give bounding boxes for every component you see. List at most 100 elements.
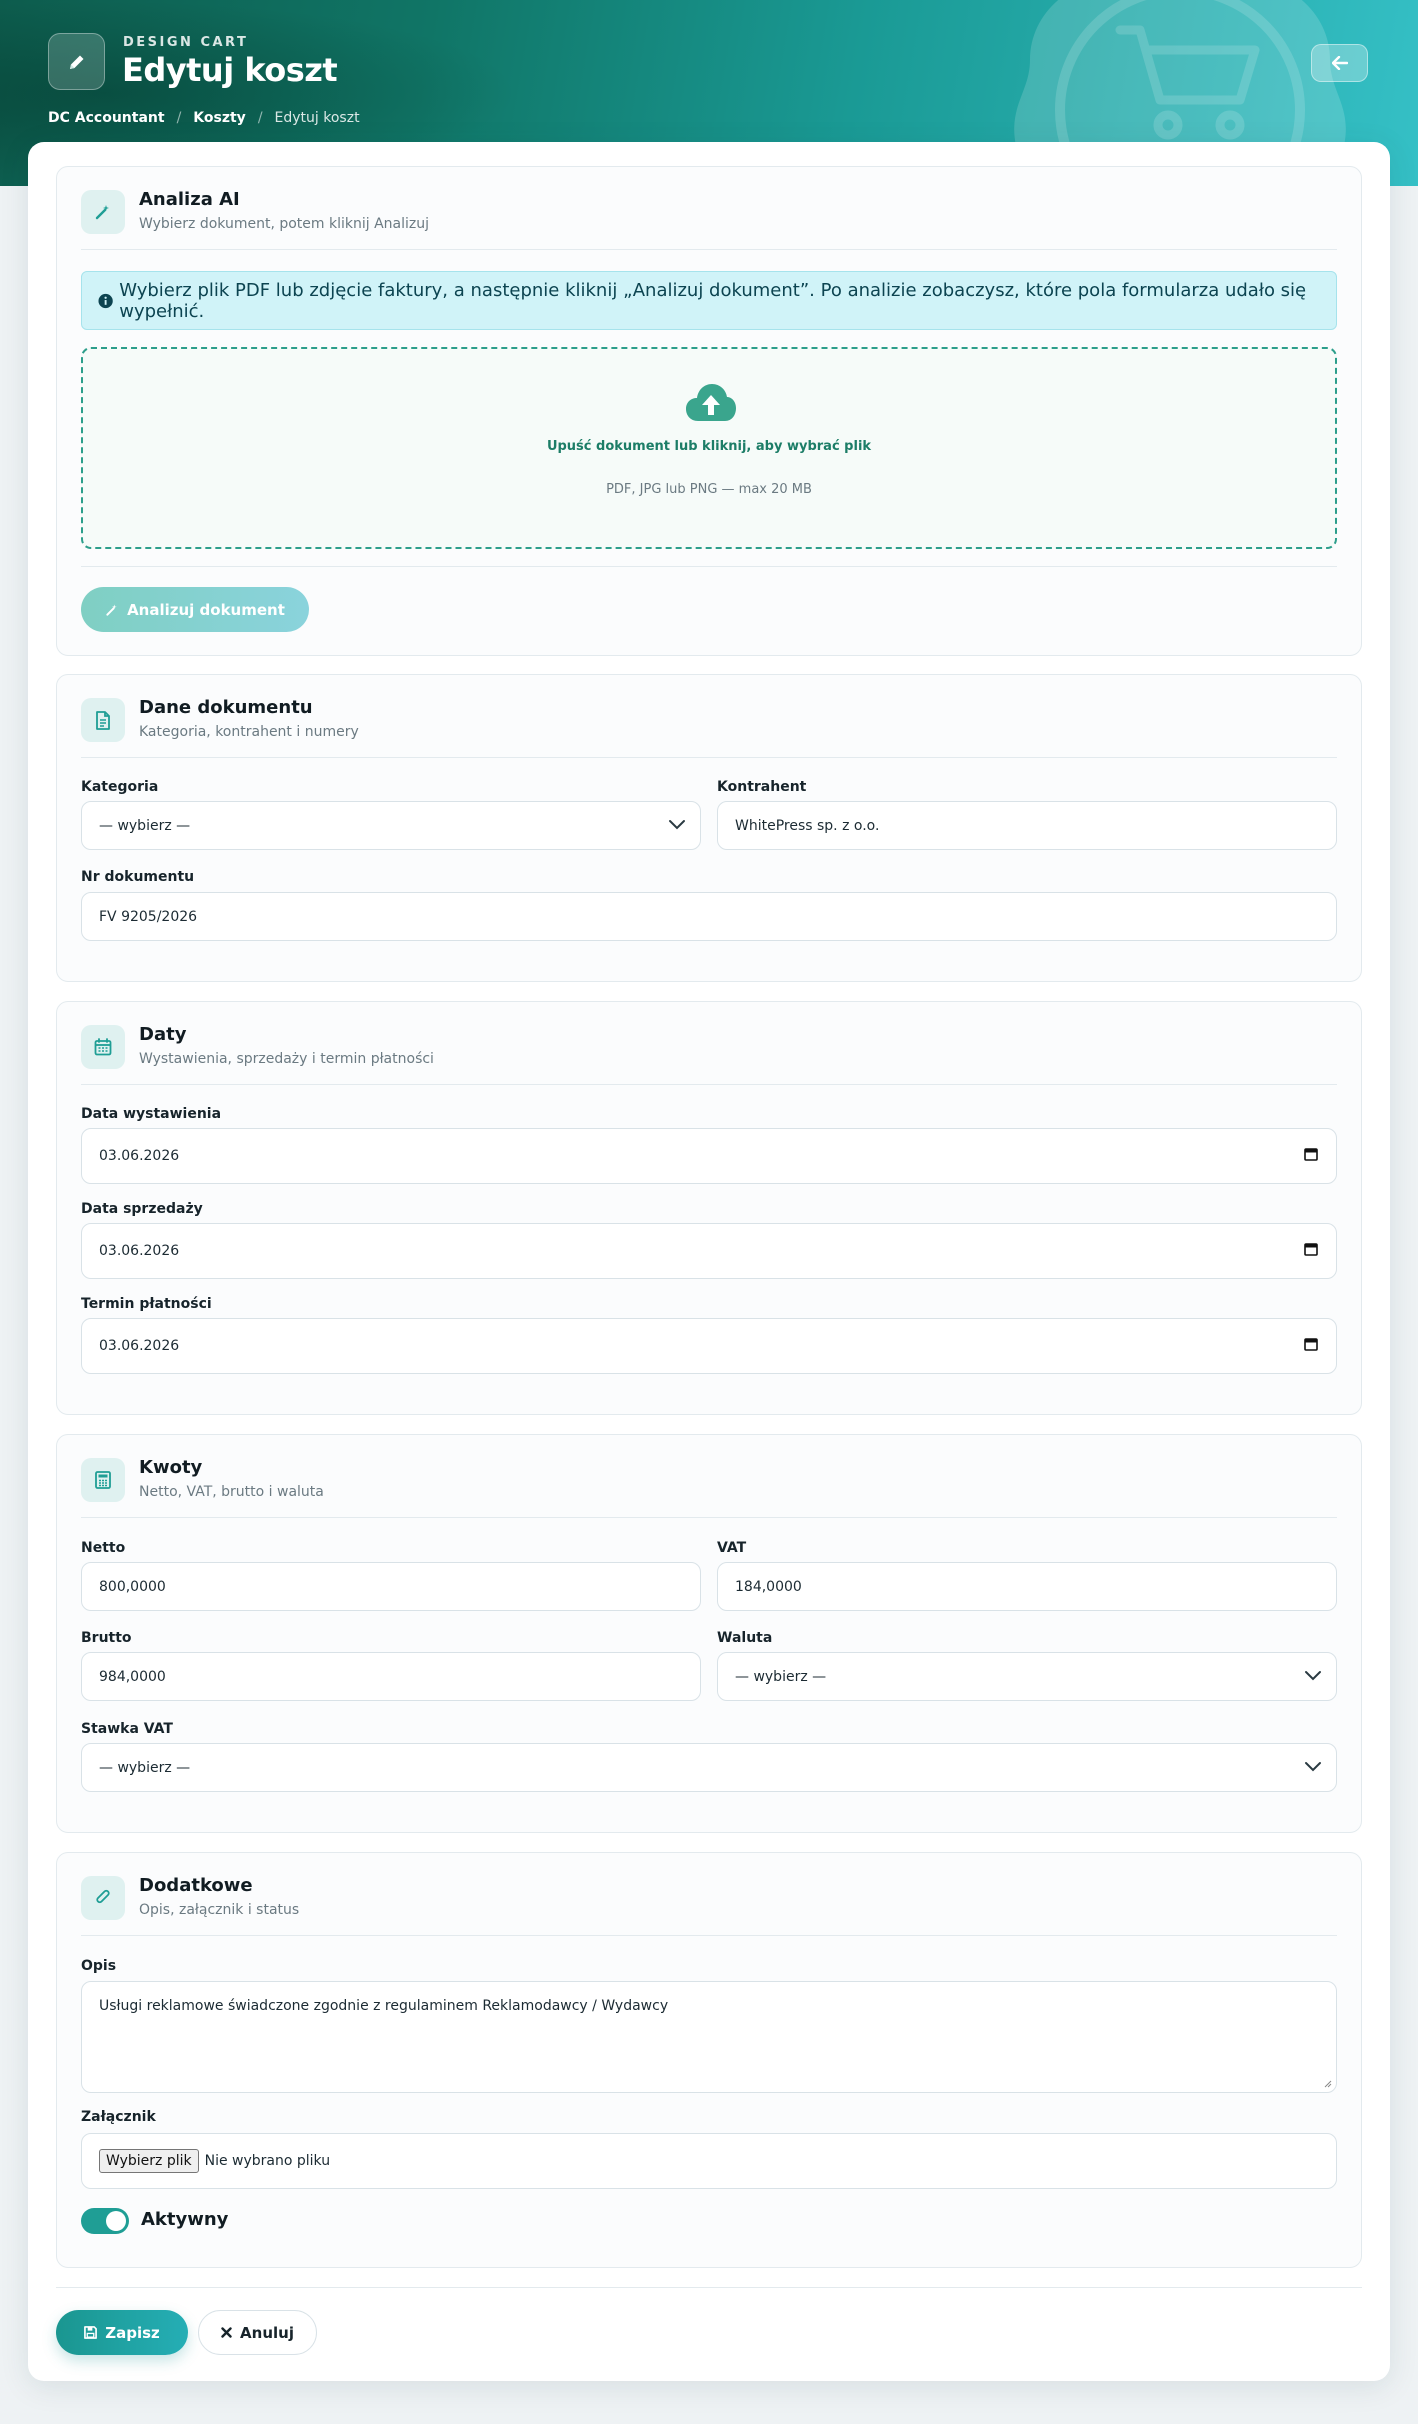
- calculator-icon: [95, 1471, 111, 1489]
- due-date-label: Termin płatności: [81, 1296, 212, 1312]
- analyze-document-button[interactable]: Analizuj dokument: [81, 587, 309, 632]
- section-divider: [81, 757, 1337, 758]
- info-icon: [98, 293, 113, 308]
- chevron-down-icon: [1305, 1762, 1321, 1772]
- ai-section: Analiza AI Wybierz dokument, potem klikn…: [56, 166, 1362, 656]
- magic-wand-icon: [106, 604, 117, 616]
- magic-wand-icon: [95, 205, 109, 220]
- dates-section: Daty Wystawienia, sprzedaży i termin pła…: [56, 1001, 1362, 1415]
- document-badge: [81, 698, 125, 742]
- back-button[interactable]: [1311, 44, 1368, 82]
- section-divider: [81, 1517, 1337, 1518]
- sale-date-label: Data sprzedaży: [81, 1201, 203, 1217]
- vat-input[interactable]: 184,0000: [717, 1562, 1337, 1611]
- category-value: — wybierz —: [99, 817, 191, 834]
- amounts-section-header: Kwoty Netto, VAT, brutto i waluta: [81, 1457, 1337, 1503]
- breadcrumb-separator: /: [257, 110, 263, 126]
- breadcrumb-costs[interactable]: Koszty: [193, 110, 246, 126]
- dates-section-subtitle: Wystawienia, sprzedaży i termin płatnośc…: [139, 1051, 434, 1067]
- section-divider: [81, 566, 1337, 567]
- arrow-left-icon: [1331, 56, 1348, 70]
- net-label: Netto: [81, 1540, 126, 1556]
- ai-section-header: Analiza AI Wybierz dokument, potem klikn…: [81, 189, 1337, 235]
- calendar-picker-icon[interactable]: [1304, 1242, 1318, 1256]
- paperclip-icon: [96, 1889, 110, 1904]
- contractor-input[interactable]: WhitePress sp. z o.o.: [717, 801, 1337, 850]
- gross-label: Brutto: [81, 1630, 132, 1646]
- currency-select[interactable]: — wybierz —: [717, 1652, 1337, 1701]
- choose-file-button[interactable]: Wybierz plik: [99, 2149, 199, 2173]
- gross-value: 984,0000: [99, 1668, 166, 1685]
- document-section: Dane dokumentu Kategoria, kontrahent i n…: [56, 674, 1362, 982]
- cloud-upload-icon: [686, 384, 736, 421]
- document-section-header: Dane dokumentu Kategoria, kontrahent i n…: [81, 697, 1337, 743]
- breadcrumb-home[interactable]: DC Accountant: [48, 110, 165, 126]
- section-divider: [81, 1084, 1337, 1085]
- active-toggle[interactable]: [81, 2208, 129, 2234]
- document-section-subtitle: Kategoria, kontrahent i numery: [139, 724, 359, 740]
- amounts-section: Kwoty Netto, VAT, brutto i waluta Netto …: [56, 1434, 1362, 1833]
- save-label: Zapisz: [105, 2323, 160, 2342]
- ai-badge: [81, 190, 125, 234]
- dates-section-title: Daty: [139, 1024, 187, 1045]
- contractor-value: WhitePress sp. z o.o.: [735, 817, 880, 834]
- document-section-title: Dane dokumentu: [139, 697, 313, 718]
- chevron-down-icon: [669, 820, 685, 830]
- file-text-icon: [96, 710, 110, 730]
- breadcrumb-current: Edytuj koszt: [274, 110, 360, 126]
- toggle-knob: [106, 2211, 126, 2231]
- extra-section: Dodatkowe Opis, załącznik i status Opis …: [56, 1852, 1362, 2268]
- due-date-input[interactable]: 03.06.2026: [81, 1318, 1337, 1374]
- cancel-button[interactable]: Anuluj: [198, 2310, 317, 2355]
- net-input[interactable]: 800,0000: [81, 1562, 701, 1611]
- cancel-label: Anuluj: [240, 2323, 294, 2342]
- save-button[interactable]: Zapisz: [56, 2310, 188, 2355]
- issue-date-label: Data wystawienia: [81, 1106, 222, 1122]
- calendar-icon: [94, 1038, 112, 1056]
- active-label: Aktywny: [141, 2209, 229, 2230]
- description-value: Usługi reklamowe świadczone zgodnie z re…: [99, 1998, 669, 2014]
- issue-date-value: 03.06.2026: [99, 1148, 180, 1164]
- file-status: Nie wybrano pliku: [204, 2153, 331, 2169]
- issue-date-input[interactable]: 03.06.2026: [81, 1128, 1337, 1184]
- document-number-value: FV 9205/2026: [99, 908, 198, 925]
- edit-badge: [48, 33, 105, 90]
- close-icon: [221, 2327, 232, 2338]
- dropzone-label: Upuść dokument lub kliknij, aby wybrać p…: [546, 439, 872, 454]
- dropzone-hint: PDF, JPG lub PNG — max 20 MB: [606, 482, 812, 497]
- vat-rate-select[interactable]: — wybierz —: [81, 1743, 1337, 1792]
- document-dropzone[interactable]: Upuść dokument lub kliknij, aby wybrać p…: [81, 347, 1337, 549]
- extra-section-subtitle: Opis, załącznik i status: [139, 1902, 300, 1918]
- app-eyebrow: DESIGN CART: [123, 35, 249, 50]
- description-textarea[interactable]: Usługi reklamowe świadczone zgodnie z re…: [81, 1981, 1337, 2093]
- category-label: Kategoria: [81, 779, 159, 795]
- section-divider: [81, 1935, 1337, 1936]
- calendar-picker-icon[interactable]: [1304, 1337, 1318, 1351]
- document-number-input[interactable]: FV 9205/2026: [81, 892, 1337, 941]
- attachment-label: Załącznik: [81, 2109, 156, 2125]
- contractor-label: Kontrahent: [717, 779, 807, 795]
- extra-badge: [81, 1876, 125, 1920]
- pencil-icon: [69, 55, 83, 69]
- sale-date-value: 03.06.2026: [99, 1243, 180, 1259]
- amounts-badge: [81, 1458, 125, 1502]
- extra-section-title: Dodatkowe: [139, 1875, 253, 1896]
- amounts-section-subtitle: Netto, VAT, brutto i waluta: [139, 1484, 324, 1500]
- vat-rate-label: Stawka VAT: [81, 1721, 173, 1737]
- category-select[interactable]: — wybierz —: [81, 801, 701, 850]
- footer-divider: [56, 2287, 1362, 2288]
- vat-value: 184,0000: [735, 1578, 802, 1595]
- floppy-disk-icon: [84, 2326, 98, 2339]
- ai-info-alert: Wybierz plik PDF lub zdjęcie faktury, a …: [81, 271, 1337, 330]
- description-label: Opis: [81, 1958, 117, 1974]
- resize-grip-icon[interactable]: [1322, 2078, 1332, 2088]
- gross-input[interactable]: 984,0000: [81, 1652, 701, 1701]
- attachment-input[interactable]: Wybierz plik Nie wybrano pliku: [81, 2133, 1337, 2189]
- document-number-label: Nr dokumentu: [81, 869, 195, 885]
- vat-rate-value: — wybierz —: [99, 1759, 191, 1776]
- vat-label: VAT: [717, 1540, 747, 1556]
- calendar-picker-icon[interactable]: [1304, 1147, 1318, 1161]
- sale-date-input[interactable]: 03.06.2026: [81, 1223, 1337, 1279]
- currency-value: — wybierz —: [735, 1668, 827, 1685]
- ai-section-title: Analiza AI: [139, 189, 240, 210]
